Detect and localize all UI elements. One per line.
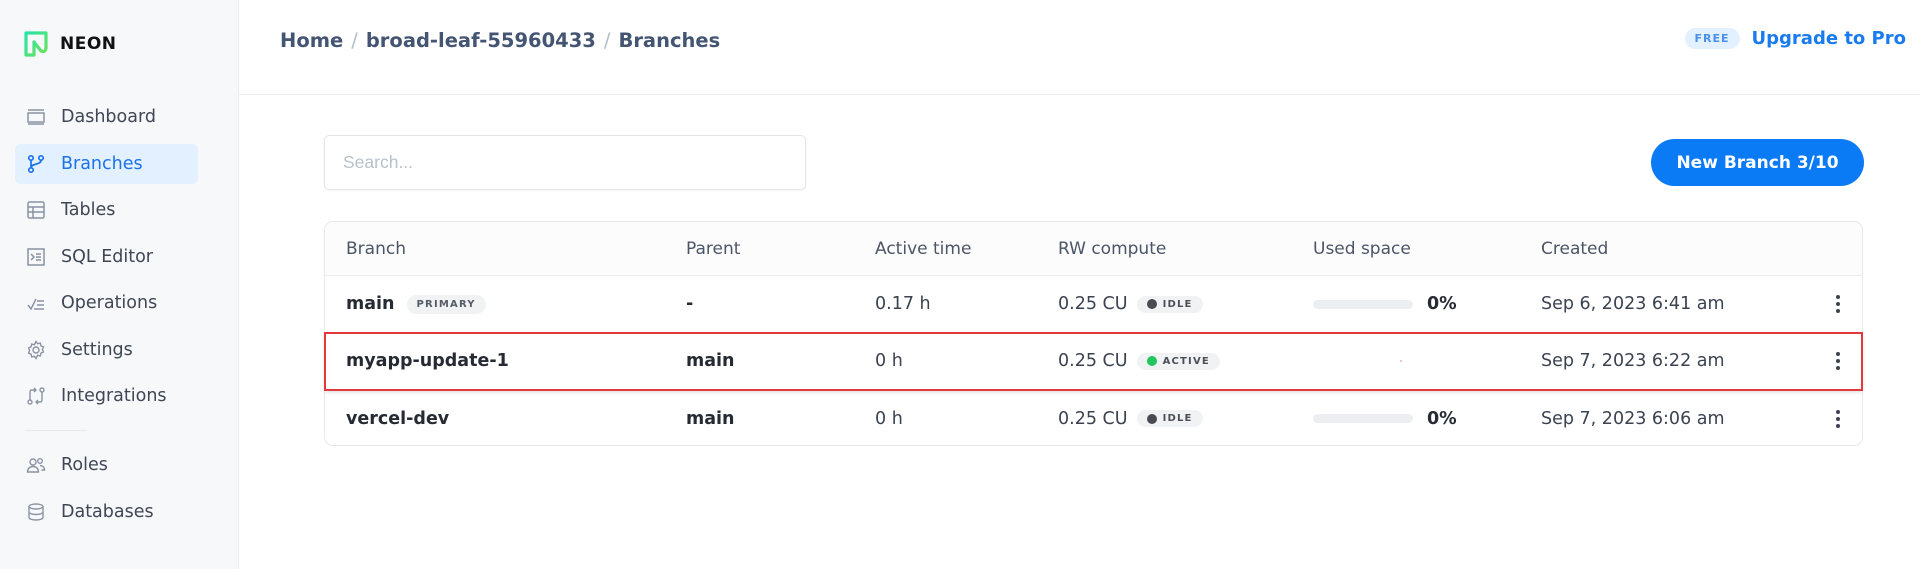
database-icon [25, 501, 47, 523]
column-header-branch: Branch [346, 238, 406, 259]
gear-icon [25, 339, 47, 361]
breadcrumb-home[interactable]: Home [280, 29, 343, 52]
sidebar-divider [25, 430, 87, 431]
branch-name-link[interactable]: vercel-dev [346, 409, 449, 429]
column-header-used-space: Used space [1313, 238, 1411, 259]
parent-branch: - [686, 294, 694, 314]
brand-name: NEON [60, 34, 117, 54]
sidebar-item-sql-editor[interactable]: SQL Editor [15, 237, 198, 277]
sidebar-item-label: SQL Editor [61, 246, 153, 267]
used-space-percent: 0% [1427, 408, 1457, 429]
column-header-created: Created [1541, 238, 1609, 259]
branch-icon [25, 153, 47, 175]
sidebar-item-settings[interactable]: Settings [15, 330, 198, 370]
sidebar-item-integrations[interactable]: Integrations [15, 376, 198, 416]
dashboard-icon [25, 106, 47, 128]
search-field [324, 135, 806, 190]
row-menu-button[interactable] [1828, 289, 1848, 319]
kebab-icon [1836, 409, 1840, 414]
status-badge: IDLE [1136, 410, 1203, 427]
sidebar-item-roles[interactable]: Roles [15, 445, 198, 485]
plan-area: FREE Upgrade to Pro [1684, 28, 1906, 49]
sidebar-nav: Dashboard Branches Tables SQL Editor Ope… [15, 97, 198, 538]
status-badge: IDLE [1136, 295, 1203, 313]
primary-badge: PRIMARY [406, 295, 486, 314]
new-branch-button[interactable]: New Branch 3/10 [1651, 139, 1864, 186]
column-header-active-time: Active time [875, 238, 972, 259]
table-header: Branch Parent Active time RW compute Use… [325, 222, 1862, 276]
sidebar-item-operations[interactable]: Operations [15, 283, 198, 323]
active-time: 0.17 h [875, 294, 931, 314]
status-dot-icon [1146, 413, 1157, 424]
compute-size: 0.25 CU [1058, 408, 1128, 429]
loading-indicator [1400, 360, 1402, 362]
sidebar-item-tables[interactable]: Tables [15, 190, 198, 230]
users-icon [25, 454, 47, 476]
parent-branch: main [686, 408, 735, 429]
sidebar-item-label: Roles [61, 455, 108, 475]
active-time: 0 h [875, 408, 903, 429]
status-label: IDLE [1162, 413, 1193, 424]
breadcrumb: Home / broad-leaf-55960433 / Branches [280, 29, 720, 52]
search-input[interactable] [325, 136, 805, 189]
main-content: Home / broad-leaf-55960433 / Branches FR… [239, 0, 1920, 569]
breadcrumb-separator: / [603, 29, 611, 52]
neon-logo[interactable]: NEON [22, 30, 117, 58]
row-menu-button[interactable] [1828, 404, 1848, 434]
table-icon [25, 199, 47, 221]
app: NEON Dashboard Branches Tables SQL Edito… [0, 0, 1920, 569]
integrations-icon [25, 385, 47, 407]
upgrade-link[interactable]: Upgrade to Pro [1752, 28, 1906, 49]
used-space-loading [1313, 360, 1402, 362]
created-date: Sep 7, 2023 6:06 am [1541, 408, 1725, 429]
sidebar-item-label: Databases [61, 501, 154, 522]
status-dot-icon [1146, 356, 1157, 366]
sidebar-item-dashboard[interactable]: Dashboard [15, 97, 198, 137]
status-label: IDLE [1162, 298, 1193, 310]
status-label: ACTIVE [1162, 355, 1210, 367]
sidebar-item-label: Dashboard [61, 107, 156, 127]
sidebar-item-databases[interactable]: Databases [15, 492, 198, 532]
sidebar-item-label: Branches [61, 153, 143, 174]
sidebar-item-label: Settings [61, 339, 133, 360]
compute-size: 0.25 CU [1058, 351, 1128, 371]
table-row[interactable]: main PRIMARY - 0.17 h 0.25 CU IDLE 0% Sep… [325, 276, 1862, 333]
terminal-icon [25, 246, 47, 268]
breadcrumb-separator: / [351, 29, 358, 52]
sidebar: NEON Dashboard Branches Tables SQL Edito… [0, 0, 239, 569]
branch-name-link[interactable]: myapp-update-1 [346, 351, 509, 371]
sidebar-item-label: Operations [61, 293, 158, 313]
kebab-icon [1836, 352, 1840, 356]
used-space-percent: 0% [1427, 294, 1457, 314]
column-header-rw-compute: RW compute [1058, 238, 1167, 259]
plan-badge: FREE [1684, 28, 1740, 49]
table-row[interactable]: vercel-dev main 0 h 0.25 CU IDLE 0% Sep … [325, 390, 1862, 447]
breadcrumb-project[interactable]: broad-leaf-55960433 [366, 29, 596, 52]
status-badge: ACTIVE [1136, 352, 1220, 370]
used-space-bar [1313, 299, 1413, 309]
compute-size: 0.25 CU [1058, 294, 1128, 314]
table-row[interactable]: myapp-update-1 main 0 h 0.25 CU ACTIVE S… [324, 332, 1863, 391]
branches-table: Branch Parent Active time RW compute Use… [324, 221, 1863, 446]
neon-logo-icon [24, 31, 48, 57]
created-date: Sep 6, 2023 6:41 am [1541, 294, 1725, 314]
operations-icon [25, 292, 47, 314]
sidebar-item-label: Integrations [61, 386, 167, 406]
top-bar: Home / broad-leaf-55960433 / Branches FR… [239, 0, 1920, 95]
sidebar-item-label: Tables [61, 200, 116, 220]
status-dot-icon [1146, 299, 1157, 309]
sidebar-item-branches[interactable]: Branches [15, 143, 198, 184]
created-date: Sep 7, 2023 6:22 am [1541, 351, 1725, 371]
active-time: 0 h [875, 351, 903, 371]
parent-branch: main [686, 351, 735, 371]
branch-name-link[interactable]: main [346, 294, 395, 314]
row-menu-button[interactable] [1828, 346, 1848, 376]
column-header-parent: Parent [686, 238, 741, 259]
breadcrumb-current: Branches [618, 29, 721, 52]
kebab-icon [1836, 295, 1840, 299]
used-space-bar [1313, 414, 1413, 423]
